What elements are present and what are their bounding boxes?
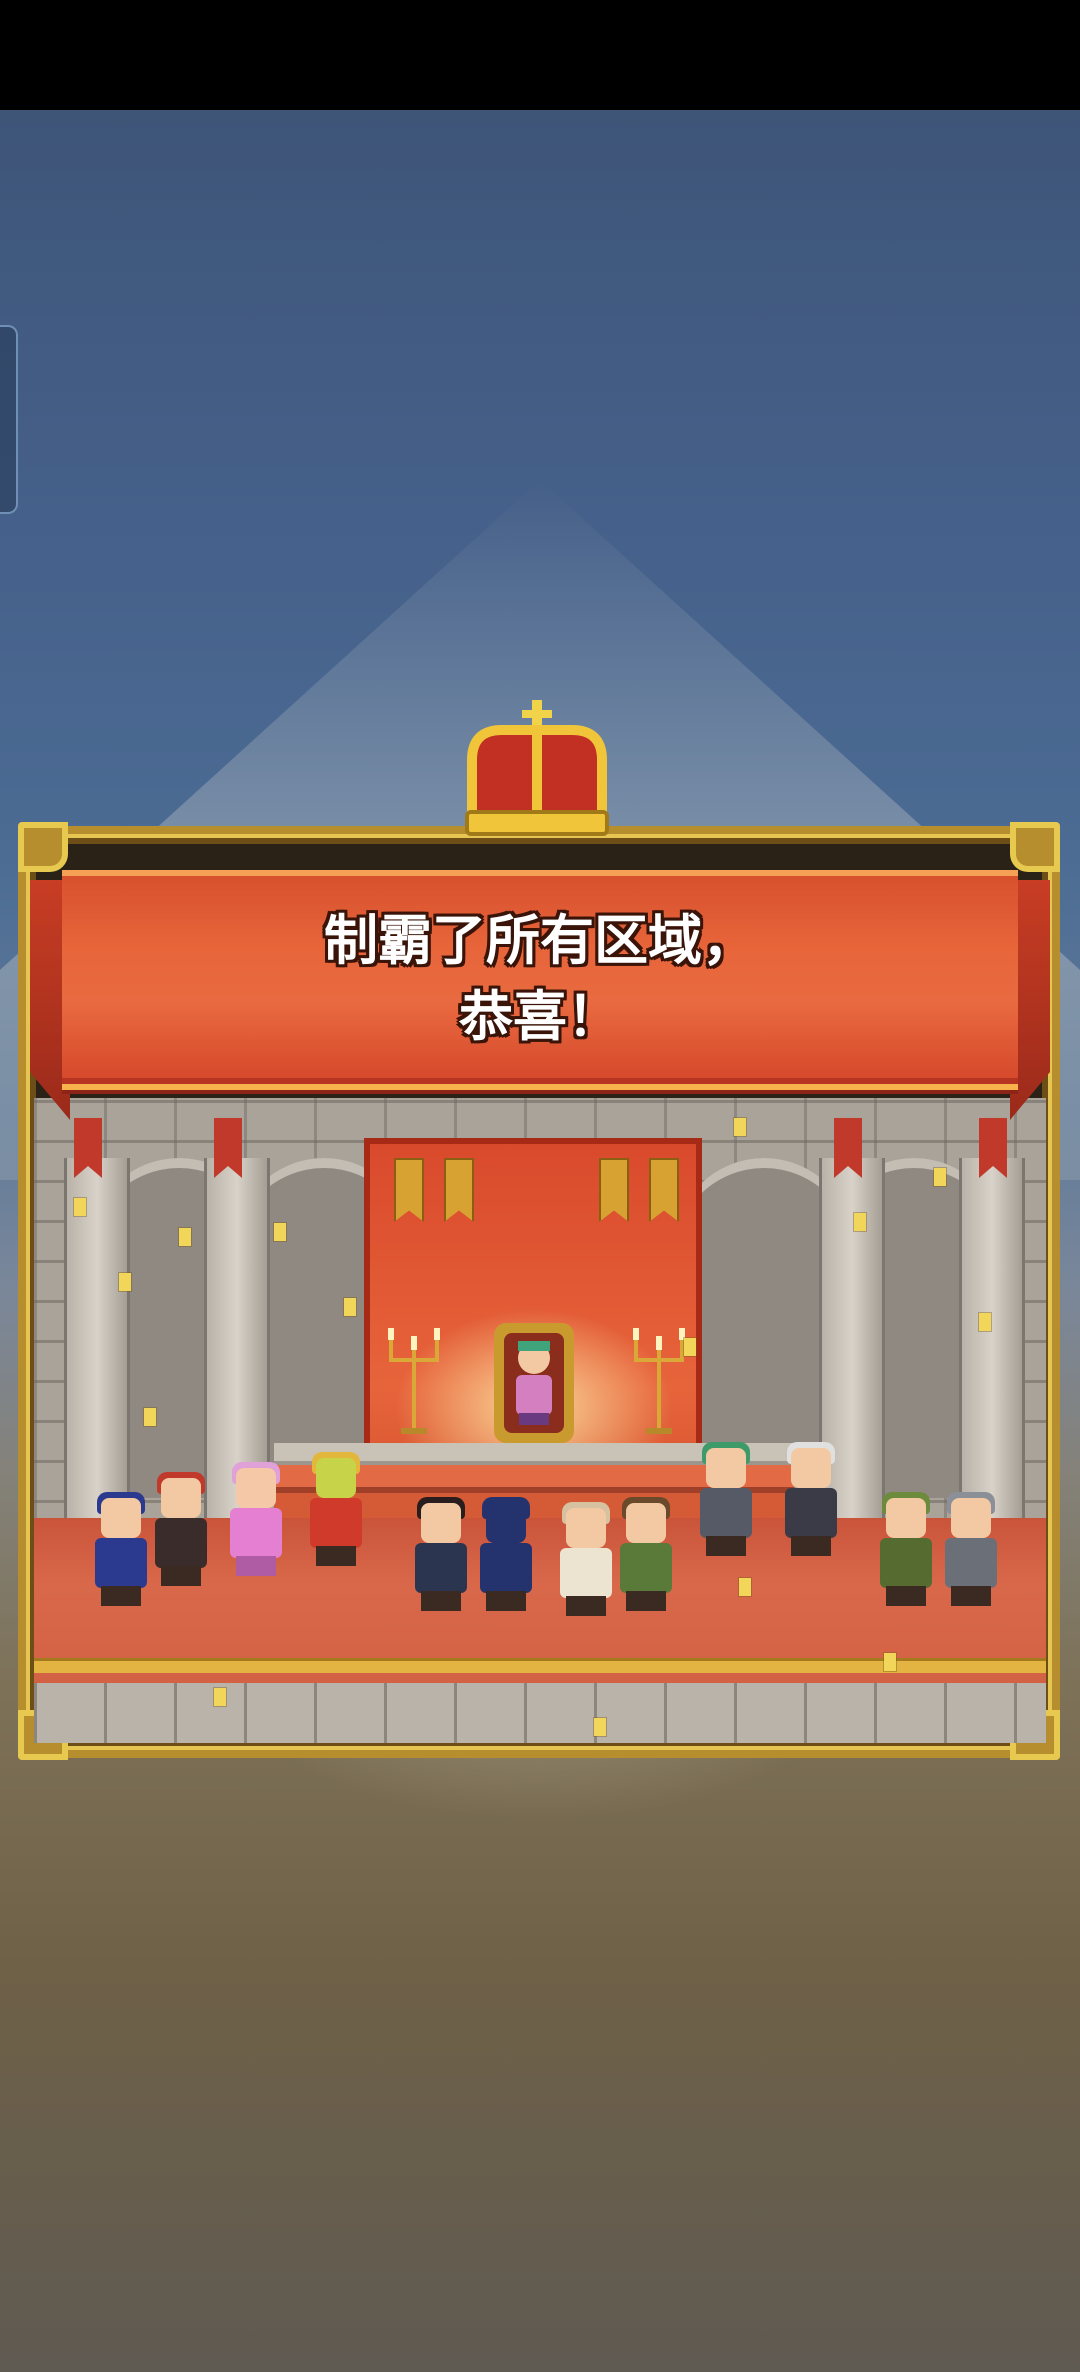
confetti (934, 1168, 946, 1186)
confetti (979, 1313, 991, 1331)
confetti (854, 1213, 866, 1231)
crown-icon (465, 700, 609, 836)
character-ranger (614, 1497, 678, 1613)
game-screen[interactable]: 制霸了所有区域， 恭喜！ (0, 0, 1080, 2372)
side-panel-handle[interactable] (0, 325, 18, 514)
congratulation-message: 制霸了所有区域， 恭喜！ (62, 903, 1018, 1055)
message-line: 制霸了所有区域， (324, 909, 756, 972)
message-line: 恭喜！ (459, 985, 621, 1048)
confetti (74, 1198, 86, 1216)
throne-icon (494, 1323, 574, 1443)
character-king (304, 1452, 368, 1568)
status-bar (0, 0, 1080, 110)
confetti (144, 1408, 156, 1426)
confetti (734, 1118, 746, 1136)
character-scholar (694, 1442, 758, 1558)
candelabra-icon (633, 1328, 685, 1434)
confetti (274, 1223, 286, 1241)
confetti (884, 1653, 896, 1671)
confetti (344, 1298, 356, 1316)
confetti (684, 1338, 696, 1356)
confetti (179, 1228, 191, 1246)
frame-corner-ornament (1010, 822, 1060, 872)
character-swordsman (409, 1497, 473, 1613)
character-elder (779, 1442, 843, 1558)
candelabra-icon (388, 1328, 440, 1434)
character-ninja (474, 1497, 538, 1613)
confetti (214, 1688, 226, 1706)
stone-ledge (34, 1683, 1046, 1743)
character-wizard (89, 1492, 153, 1608)
character-knight (939, 1492, 1003, 1608)
confetti (739, 1578, 751, 1596)
character-monk (554, 1502, 618, 1618)
character-archer (874, 1492, 938, 1608)
frame-corner-ornament (18, 822, 68, 872)
character-princess (224, 1462, 288, 1578)
character-merchant (149, 1472, 213, 1588)
confetti (119, 1273, 131, 1291)
throne-room-scene (34, 1098, 1046, 1743)
confetti (594, 1718, 606, 1736)
